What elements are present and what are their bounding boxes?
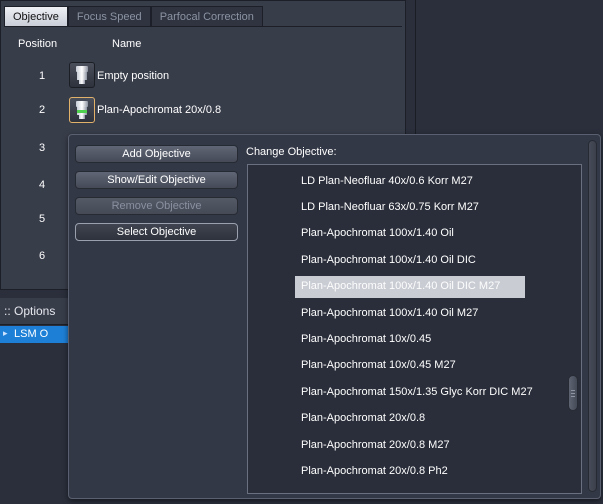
change-objective-label: Change Objective: [246,146,337,158]
expand-arrow-icon[interactable]: ▸ [3,328,8,339]
list-item[interactable]: Plan-Apochromat 20x/0.8 Ph2 [248,461,581,483]
list-item[interactable]: LD Plan-Neofluar 40x/0.6 Korr M27 [248,171,581,193]
remove-objective-button[interactable]: Remove Objective [75,197,238,215]
list-item[interactable]: Plan-Apochromat 100x/1.40 Oil DIC [248,250,581,272]
tab-parfocal-correction[interactable]: Parfocal Correction [150,6,263,26]
select-objective-button[interactable]: Select Objective [75,223,238,241]
list-item[interactable]: Plan-Apochromat 20x/0.8 [248,408,581,430]
tab-focus-speed[interactable]: Focus Speed [67,6,151,26]
position-1-name: Empty position [97,70,170,82]
options-list-item[interactable]: ▸ LSM O [0,326,70,343]
options-title: :: Options [4,304,56,318]
position-number: 5 [38,213,46,225]
tab-bar: Objective Focus Speed Parfocal Correctio… [4,6,402,26]
tab-objective[interactable]: Objective [4,6,68,26]
objective-lens-green-icon[interactable] [69,97,95,123]
objective-listbox[interactable]: LD Plan-Neofluar 40x/0.6 Korr M27 LD Pla… [247,164,582,494]
list-item[interactable]: Plan-Apochromat 150x/1.35 Glyc Korr DIC … [248,382,581,404]
list-item[interactable]: Plan-Apochromat 10x/0.45 M27 [248,355,581,377]
list-item[interactable]: Plan-Apochromat 10x/0.45 [248,329,581,351]
position-number: 4 [38,179,46,191]
objective-lens-icon[interactable] [69,62,95,88]
list-item[interactable]: LD Plan-Neofluar 63x/0.75 Korr M27 [248,197,581,219]
options-header[interactable]: :: Options [0,298,70,325]
list-item[interactable]: Plan-Apochromat 20x/0.8 M27 [248,435,581,457]
position-number: 2 [38,104,46,116]
options-item-label: LSM O [14,328,49,340]
position-number: 1 [38,70,46,82]
list-item-selected[interactable]: Plan-Apochromat 100x/1.40 Oil DIC M27 [248,276,581,298]
tab-divider [4,26,402,27]
list-scrollbar-track[interactable] [566,166,580,492]
name-column-header: Name [112,38,142,50]
add-objective-button[interactable]: Add Objective [75,145,238,163]
panel-divider [415,0,416,135]
popup-scrollbar[interactable] [588,140,597,492]
position-column-header: Position [18,38,58,50]
show-edit-objective-button[interactable]: Show/Edit Objective [75,171,238,189]
position-number: 3 [38,142,46,154]
position-2-name: Plan-Apochromat 20x/0.8 [97,104,222,116]
list-item[interactable]: Plan-Apochromat 100x/1.40 Oil [248,223,581,245]
list-item[interactable]: Plan-Apochromat 100x/1.40 Oil M27 [248,303,581,325]
list-scrollbar-thumb[interactable] [568,375,578,411]
position-number: 6 [38,250,46,262]
right-panel [408,0,603,135]
